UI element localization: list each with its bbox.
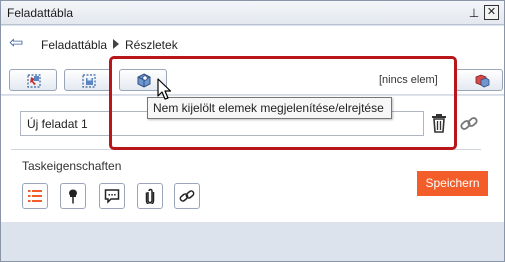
attachment-button[interactable] <box>137 183 163 209</box>
window-title: Feladattábla <box>7 6 74 20</box>
select-elements-icon <box>27 74 41 88</box>
comment-icon <box>104 189 120 204</box>
save-button[interactable]: Speichern <box>417 171 488 196</box>
divider <box>11 149 481 150</box>
cubes-icon <box>475 74 490 88</box>
pin-icon <box>69 189 77 204</box>
select-elements-button[interactable] <box>9 69 57 91</box>
breadcrumb: ⇦ Feladattábla Részletek <box>1 26 504 62</box>
back-arrow-icon[interactable]: ⇦ <box>9 34 29 51</box>
save-selection-icon <box>82 74 96 88</box>
mouse-cursor-icon <box>157 78 172 100</box>
link-icon[interactable] <box>459 114 479 134</box>
link-icon <box>179 190 195 202</box>
comment-button[interactable] <box>99 183 125 209</box>
close-button[interactable]: ✕ <box>484 5 499 20</box>
task-board-panel: Feladattábla ⊥ ✕ ⇦ Feladattábla Részlete… <box>0 0 505 262</box>
pin-button[interactable] <box>60 183 86 209</box>
link-button[interactable] <box>174 183 200 209</box>
cube-eye-icon <box>137 73 151 88</box>
paperclip-icon <box>145 188 155 204</box>
3d-view-button[interactable] <box>455 69 503 91</box>
pin-icon[interactable]: ⊥ <box>467 5 481 21</box>
toolbar: [nincs elem] <box>1 62 504 95</box>
breadcrumb-separator-icon <box>113 39 119 49</box>
task-properties-label: Taskeigenschaften <box>22 159 122 173</box>
tooltip: Nem kijelölt elemek megjelenítése/elrejt… <box>147 97 392 119</box>
list-button[interactable] <box>22 183 48 209</box>
trash-icon[interactable] <box>431 113 447 133</box>
list-icon <box>28 190 42 202</box>
breadcrumb-item-details: Részletek <box>125 38 178 52</box>
breadcrumb-item-taskboard[interactable]: Feladattábla <box>41 38 107 52</box>
title-bar: Feladattábla ⊥ ✕ <box>1 1 504 25</box>
save-selection-button[interactable] <box>64 69 112 91</box>
selection-status: [nincs elem] <box>379 74 438 86</box>
